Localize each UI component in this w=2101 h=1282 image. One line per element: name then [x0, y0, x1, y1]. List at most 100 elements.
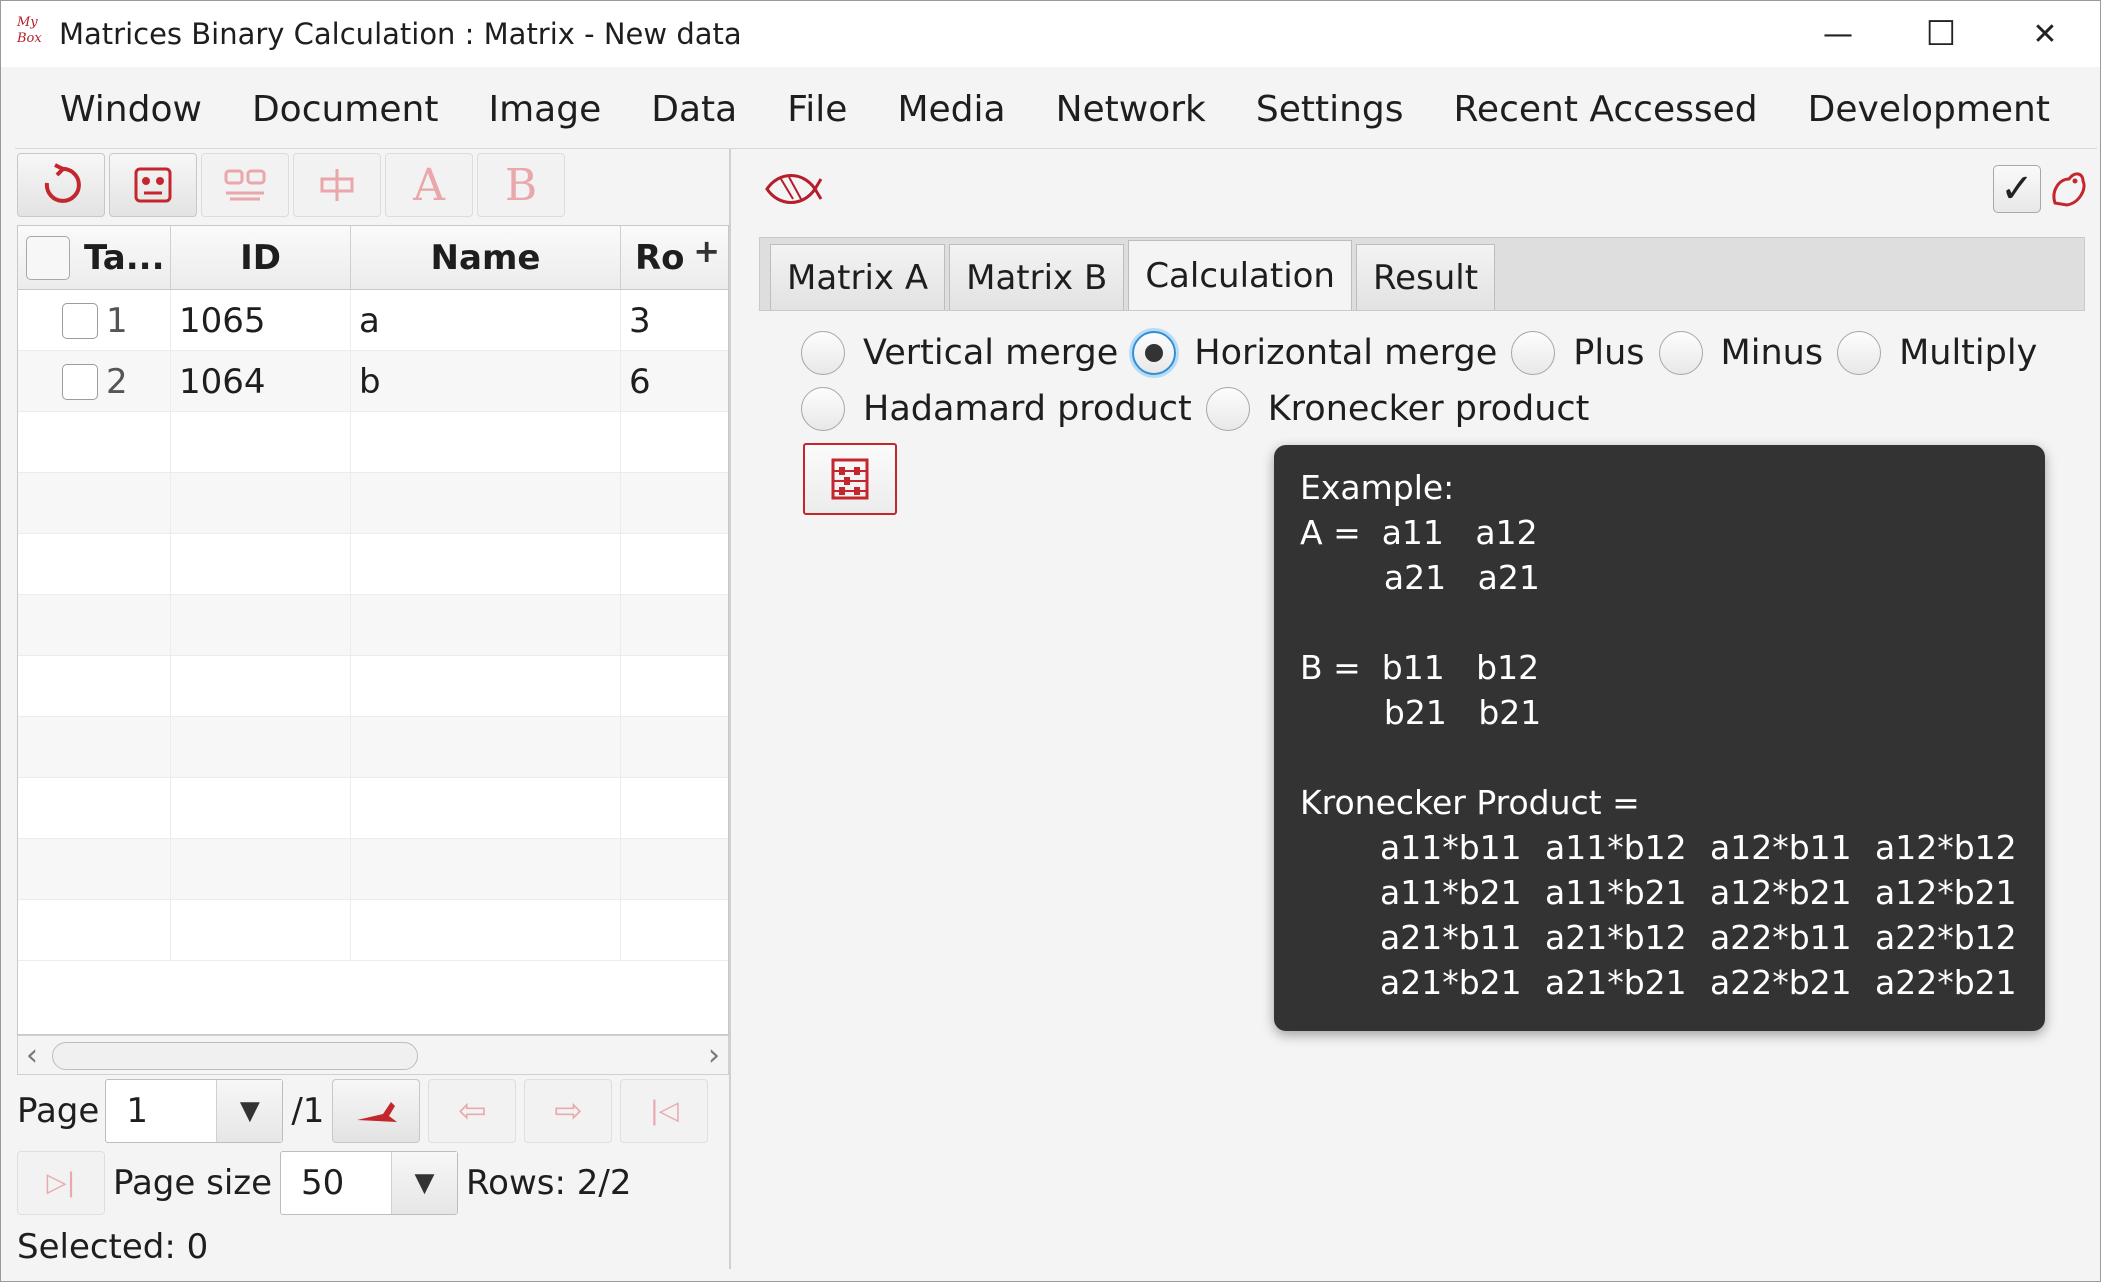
cell-rows: 3: [629, 300, 651, 341]
menu-recent-accessed[interactable]: Recent Accessed: [1429, 71, 1783, 149]
first-page-icon: |◁: [650, 1096, 679, 1126]
menu-document[interactable]: Document: [227, 71, 464, 149]
chevron-down-icon[interactable]: ▼: [216, 1080, 283, 1142]
grid-row: a11*b11 a11*b12 a12*b11 a12*b12: [1380, 828, 2017, 867]
add-column-icon[interactable]: +: [693, 232, 720, 270]
maximize-button[interactable]: ☐: [1891, 1, 1991, 67]
scroll-right-icon[interactable]: ›: [708, 1038, 720, 1073]
mask-icon: [134, 167, 172, 203]
label-multiply: Multiply: [1899, 333, 2038, 373]
column-header-name[interactable]: Name: [351, 226, 621, 290]
cell-id: 1065: [171, 290, 351, 351]
label-plus: Plus: [1573, 333, 1645, 373]
tab-result[interactable]: Result: [1356, 244, 1496, 310]
fish-icon[interactable]: [763, 167, 823, 211]
set-matrix-b-button[interactable]: B: [477, 153, 565, 217]
chevron-down-icon[interactable]: ▼: [391, 1152, 458, 1214]
column-header-id[interactable]: ID: [171, 226, 351, 290]
previous-page-button[interactable]: ⇦: [428, 1079, 517, 1143]
row-checkbox[interactable]: [62, 302, 98, 339]
menu-network[interactable]: Network: [1031, 71, 1231, 149]
table-row[interactable]: 2 1064 b 6: [18, 351, 728, 412]
select-all-checkbox[interactable]: [26, 236, 70, 280]
first-page-button[interactable]: |◁: [620, 1079, 709, 1143]
close-button[interactable]: ✕: [1995, 1, 2095, 67]
table-header: Ta... ID Name Ro +: [18, 226, 728, 290]
menu-bar: Window Document Image Data File Media Ne…: [15, 71, 2101, 149]
grid-row: a21*b21 a21*b21 a22*b21 a22*b21: [1380, 963, 2017, 1002]
pattern-icon: [224, 169, 266, 201]
grid-row: a11*b21 a11*b21 a12*b21 a12*b21: [1380, 873, 2017, 912]
horizontal-scrollbar[interactable]: ‹ ›: [17, 1035, 729, 1075]
tooltip-line: B = b11 b12: [1300, 648, 1540, 687]
empty-row: [18, 717, 728, 778]
cell-name: b: [351, 351, 621, 412]
menu-settings[interactable]: Settings: [1231, 71, 1429, 149]
page-size-select[interactable]: 50 ▼: [280, 1151, 459, 1215]
menu-development[interactable]: Development: [1783, 71, 2075, 149]
list-toolbar: A B: [17, 153, 565, 219]
table-body: 1 1065 a 3 2 1064 b 6: [18, 290, 728, 961]
radio-plus[interactable]: [1511, 331, 1556, 375]
scroll-left-icon[interactable]: ‹: [26, 1038, 38, 1073]
bird-icon: [357, 1102, 398, 1122]
radio-vertical-merge[interactable]: [801, 331, 845, 375]
operation-row-1: Vertical merge Horizontal merge Plus Min…: [801, 331, 2051, 375]
page-size-label: Page size: [113, 1163, 273, 1203]
page-total: /1: [291, 1091, 325, 1131]
last-page-button[interactable]: ▷|: [17, 1151, 105, 1215]
minimize-button[interactable]: —: [1788, 1, 1888, 67]
refresh-button[interactable]: [17, 153, 105, 217]
label-kronecker-product: Kronecker product: [1267, 389, 1590, 429]
table-row[interactable]: 1 1065 a 3: [18, 290, 728, 351]
radio-minus[interactable]: [1658, 331, 1703, 375]
menu-media[interactable]: Media: [872, 71, 1030, 149]
confirm-checkbox[interactable]: ✓: [1993, 165, 2041, 213]
empty-row: [18, 656, 728, 717]
move-button[interactable]: [293, 153, 381, 217]
radio-multiply[interactable]: [1837, 331, 1882, 375]
page-label: Page: [17, 1091, 100, 1131]
kronecker-result-grid: a11*b11 a11*b12 a12*b11 a12*b12 a11*b21 a11*…: [1380, 825, 2040, 1005]
tooltip-line: a21 a21: [1300, 558, 1540, 597]
menu-file[interactable]: File: [762, 71, 872, 149]
tab-calculation[interactable]: Calculation: [1128, 240, 1352, 310]
examples-button[interactable]: [201, 153, 289, 217]
app-logo-icon: My Box: [17, 15, 42, 46]
empty-row: [18, 534, 728, 595]
menu-window[interactable]: Window: [15, 71, 227, 149]
label-vertical-merge: Vertical merge: [863, 333, 1119, 373]
empty-row: [18, 839, 728, 900]
tab-matrix-a[interactable]: Matrix A: [770, 244, 946, 310]
abacus-icon: [831, 458, 869, 500]
radio-hadamard-product[interactable]: [801, 387, 845, 431]
last-page-icon: ▷|: [46, 1168, 76, 1198]
radio-horizontal-merge[interactable]: [1132, 331, 1177, 375]
edit-data-button[interactable]: [109, 153, 197, 217]
grid-row: a21*b11 a21*b12 a22*b11 a22*b12: [1380, 918, 2017, 957]
pager-row-1: Page 1 ▼ /1 ⇦ ⇨ |◁: [17, 1079, 709, 1143]
calculate-button[interactable]: [803, 443, 897, 515]
row-index: 2: [106, 361, 128, 402]
page-number-select[interactable]: 1 ▼: [105, 1079, 284, 1143]
column-header-table[interactable]: Ta...: [18, 226, 171, 290]
row-checkbox[interactable]: [62, 363, 98, 400]
empty-row: [18, 900, 728, 961]
tooltip-line: Example:: [1300, 468, 1455, 507]
menu-data[interactable]: Data: [626, 71, 762, 149]
tab-bar: Matrix A Matrix B Calculation Result: [759, 237, 2085, 311]
window-title: Matrices Binary Calculation : Matrix - N…: [59, 17, 742, 51]
tab-matrix-b[interactable]: Matrix B: [949, 244, 1125, 310]
data-list-panel: A B Ta... ID Name Ro + 1 1065 a 3 2 1064…: [15, 149, 731, 1269]
menu-image[interactable]: Image: [463, 71, 626, 149]
rooster-icon[interactable]: [2045, 163, 2089, 213]
menu-help[interactable]: Help: [2075, 71, 2101, 149]
scrollbar-thumb[interactable]: [52, 1042, 418, 1070]
radio-kronecker-product[interactable]: [1205, 387, 1250, 431]
label-minus: Minus: [1720, 333, 1824, 373]
kronecker-example-tooltip: Example: A = a11 a12 a21 a21 B = b11 b12…: [1274, 445, 2045, 1031]
go-page-button[interactable]: [332, 1079, 421, 1143]
next-page-button[interactable]: ⇨: [524, 1079, 613, 1143]
arrow-left-icon: ⇦: [458, 1091, 487, 1131]
set-matrix-a-button[interactable]: A: [385, 153, 473, 217]
